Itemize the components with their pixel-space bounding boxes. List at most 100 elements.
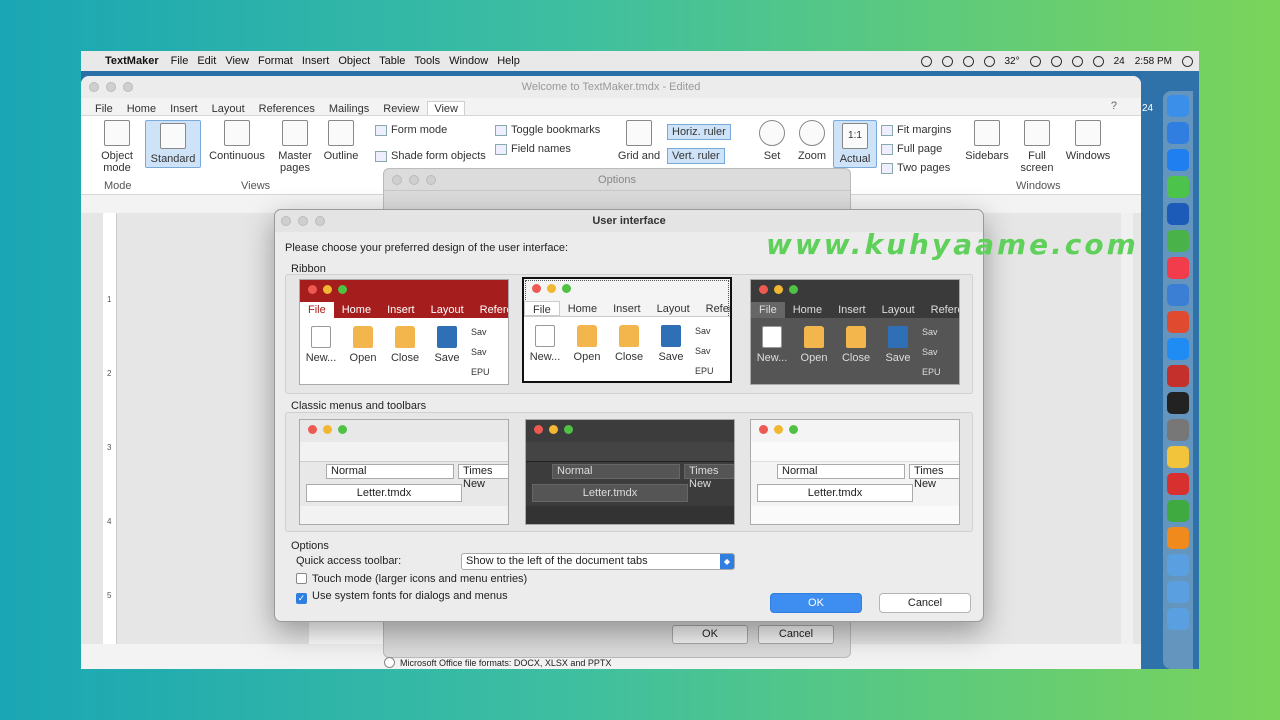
evernote-icon[interactable]	[1167, 230, 1189, 252]
sidebars-button[interactable]: Sidebars	[963, 120, 1011, 162]
menu-file[interactable]: File	[171, 55, 198, 67]
vert-ruler-toggle[interactable]: Vert. ruler	[667, 148, 725, 164]
zoom-button[interactable]: Zoom	[795, 120, 829, 162]
terminal-icon[interactable]	[1167, 392, 1189, 414]
minimize-dot-icon[interactable]	[298, 216, 308, 226]
menu-view[interactable]: View	[225, 55, 258, 67]
touch-mode-checkbox[interactable]: Touch mode (larger icons and menu entrie…	[296, 573, 527, 585]
fit-margins-button[interactable]: Fit margins	[881, 124, 951, 136]
master-pages-button[interactable]: Master pages	[273, 120, 317, 174]
bluetooth-icon[interactable]	[1050, 55, 1062, 67]
windows-button[interactable]: Windows	[1063, 120, 1113, 162]
options-ok-button[interactable]: OK	[672, 625, 748, 644]
actual-size-button[interactable]: 1:1 Actual	[833, 120, 877, 168]
wifi-icon[interactable]	[1071, 55, 1083, 67]
grid-button[interactable]: Grid and	[617, 120, 661, 162]
clip-icon[interactable]	[983, 55, 995, 67]
close-dot-icon[interactable]	[281, 216, 291, 226]
classic-theme-light[interactable]: Normal Times New Letter.tmdx	[299, 419, 509, 525]
ribbon-theme-red[interactable]: File Home Insert Layout Refere New... Open Clo…	[299, 279, 509, 385]
tab-file[interactable]: File	[95, 103, 113, 115]
menu-format[interactable]: Format	[258, 55, 302, 67]
toggle-bookmarks-button[interactable]: Toggle bookmarks	[495, 124, 600, 136]
tab-mailings[interactable]: Mailings	[329, 103, 369, 115]
vertical-scrollbar[interactable]	[1121, 213, 1133, 644]
ok-button[interactable]: OK	[770, 593, 862, 613]
control-center-icon[interactable]	[1182, 55, 1193, 67]
clock[interactable]: 2:58 PM	[1135, 56, 1172, 67]
tab-review[interactable]: Review	[383, 103, 419, 115]
mail-icon[interactable]	[1167, 149, 1189, 171]
messages-icon[interactable]	[1167, 176, 1189, 198]
chrome-icon[interactable]	[1167, 446, 1189, 468]
screen-icon[interactable]	[1167, 311, 1189, 333]
object-mode-button[interactable]: Object mode	[95, 120, 139, 174]
word-icon[interactable]	[1167, 203, 1189, 225]
outline-button[interactable]: Outline	[321, 120, 361, 162]
classic-theme-white[interactable]: Normal Times New Letter.tmdx	[750, 419, 960, 525]
full-page-button[interactable]: Full page	[881, 143, 942, 155]
system-fonts-checkbox[interactable]: ✓ Use system fonts for dialogs and menus	[296, 590, 508, 604]
menu-insert[interactable]: Insert	[302, 55, 339, 67]
record-icon[interactable]	[962, 55, 974, 67]
temperature[interactable]: 32°	[1005, 56, 1020, 67]
tab-insert[interactable]: Insert	[170, 103, 198, 115]
ribbon-theme-light[interactable]: File Home Insert Layout Refere New... Open Clo…	[522, 277, 732, 383]
menu-window[interactable]: Window	[449, 55, 497, 67]
classic-theme-dark[interactable]: Normal Times New Letter.tmdx	[525, 419, 735, 525]
tab-home[interactable]: Home	[127, 103, 156, 115]
tab-layout[interactable]: Layout	[212, 103, 245, 115]
radio-icon	[384, 657, 395, 668]
zoom-dot-icon[interactable]	[426, 175, 436, 185]
full-screen-button[interactable]: Full screen	[1017, 120, 1057, 174]
menu-object[interactable]: Object	[338, 55, 379, 67]
standard-view-button[interactable]: Standard	[145, 120, 201, 168]
textmaker-icon[interactable]	[1167, 473, 1189, 495]
field-names-button[interactable]: Field names	[495, 143, 571, 155]
tab-view[interactable]: View	[427, 101, 465, 115]
close-dot-icon[interactable]	[392, 175, 402, 185]
thumb-tab: Layout	[881, 304, 915, 316]
system-fonts-label: Use system fonts for dialogs and menus	[312, 590, 508, 602]
cloud-icon[interactable]	[920, 55, 932, 67]
ribbon-theme-dark[interactable]: File Home Insert Layout Refere New... Open Clo…	[750, 279, 960, 385]
zoom-dot-icon[interactable]	[315, 216, 325, 226]
menu-tools[interactable]: Tools	[414, 55, 449, 67]
help-icon[interactable]: ?	[1111, 100, 1117, 112]
bug-icon[interactable]	[1167, 365, 1189, 387]
dropbox-icon[interactable]	[941, 55, 953, 67]
menu-help[interactable]: Help	[497, 55, 529, 67]
continuous-view-button[interactable]: Continuous	[205, 120, 269, 162]
menu-app[interactable]: TextMaker	[105, 55, 171, 67]
file-format-option[interactable]: Microsoft Office file formats: DOCX, XLS…	[384, 657, 611, 668]
folder-docs-icon[interactable]	[1167, 581, 1189, 603]
horiz-ruler-toggle[interactable]: Horiz. ruler	[667, 124, 731, 140]
grid-label: Grid and	[617, 150, 661, 162]
folder-downloads-icon[interactable]	[1167, 608, 1189, 630]
open-folder-icon	[353, 326, 373, 348]
set-zoom-button[interactable]: Set	[757, 120, 787, 162]
planmaker-icon[interactable]	[1167, 527, 1189, 549]
minimize-dot-icon[interactable]	[409, 175, 419, 185]
search-icon[interactable]	[1029, 55, 1041, 67]
music-icon[interactable]	[1167, 257, 1189, 279]
tab-references[interactable]: References	[259, 103, 315, 115]
two-pages-button[interactable]: Two pages	[881, 162, 950, 174]
settings-icon[interactable]	[1167, 419, 1189, 441]
date-badge[interactable]: 24	[1114, 56, 1125, 67]
finder-icon[interactable]	[1167, 95, 1189, 117]
appstore-icon[interactable]	[1167, 338, 1189, 360]
safari-icon[interactable]	[1167, 122, 1189, 144]
form-mode-button[interactable]: Form mode	[375, 124, 447, 136]
thumb-btn: New...	[305, 352, 337, 364]
menu-edit[interactable]: Edit	[197, 55, 225, 67]
qat-select[interactable]: Show to the left of the document tabs ◆	[461, 553, 735, 570]
options-cancel-button[interactable]: Cancel	[758, 625, 834, 644]
folder-apps-icon[interactable]	[1167, 554, 1189, 576]
battery-icon[interactable]	[1092, 55, 1104, 67]
teamviewer-icon[interactable]	[1167, 284, 1189, 306]
presentations-icon[interactable]	[1167, 500, 1189, 522]
menu-table[interactable]: Table	[379, 55, 414, 67]
shade-form-button[interactable]: Shade form objects	[375, 150, 486, 162]
cancel-button[interactable]: Cancel	[879, 593, 971, 613]
